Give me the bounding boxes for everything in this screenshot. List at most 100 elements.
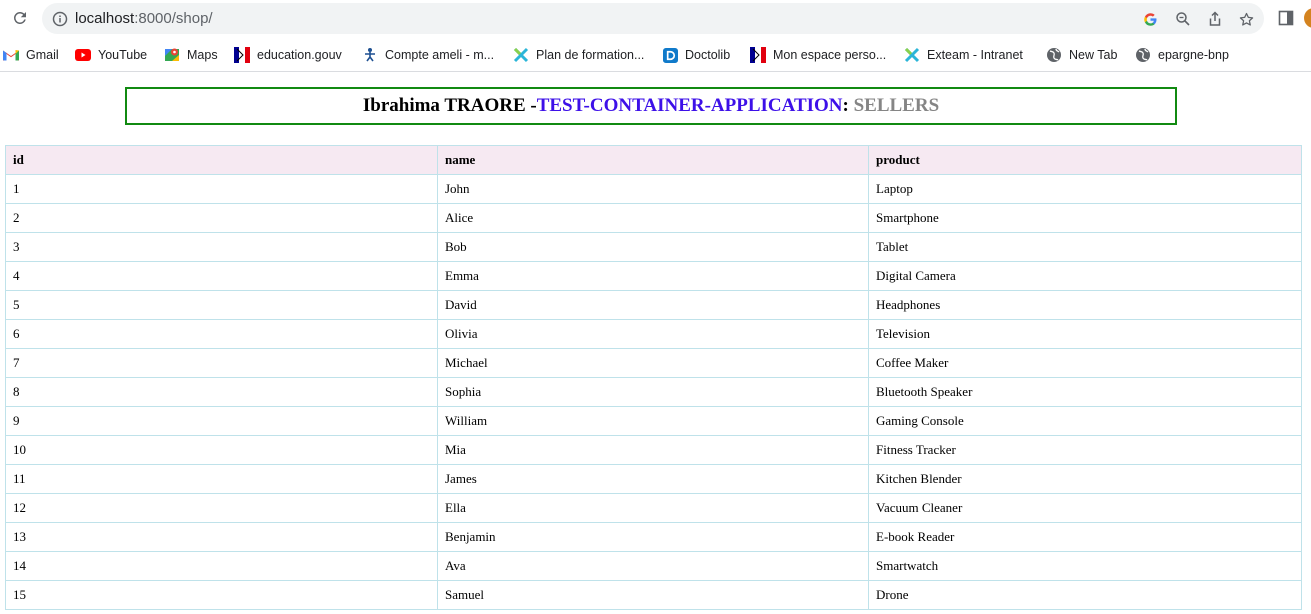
cell-id: 4: [5, 261, 438, 291]
table-row: 3 Bob Tablet: [5, 232, 1302, 262]
cell-product: Bluetooth Speaker: [868, 377, 1302, 407]
table-row: 8 Sophia Bluetooth Speaker: [5, 377, 1302, 407]
cell-product: Vacuum Cleaner: [868, 493, 1302, 523]
cell-name: Alice: [437, 203, 869, 233]
bookmark-epargne-bnp[interactable]: epargne-bnp: [1135, 46, 1229, 64]
youtube-icon: [75, 47, 91, 63]
title-name: Ibrahima TRAORE -: [362, 95, 537, 116]
table-row: 7 Michael Coffee Maker: [5, 348, 1302, 378]
reload-icon[interactable]: [8, 6, 32, 30]
url-text[interactable]: localhost:8000/shop/: [75, 10, 213, 27]
cell-product: Smartwatch: [868, 551, 1302, 581]
cell-name: Ella: [437, 493, 869, 523]
title-separator: :: [842, 95, 854, 116]
table-row: 13 Benjamin E-book Reader: [5, 522, 1302, 552]
cell-product: Television: [868, 319, 1302, 349]
table-row: 4 Emma Digital Camera: [5, 261, 1302, 291]
cell-id: 13: [5, 522, 438, 552]
bookmark-label: epargne-bnp: [1158, 48, 1229, 62]
bookmark-education-gouv[interactable]: education.gouv: [234, 46, 342, 64]
cell-id: 12: [5, 493, 438, 523]
cell-id: 8: [5, 377, 438, 407]
column-header-name: name: [437, 145, 869, 175]
title-app: TEST-CONTAINER-APPLICATION: [536, 95, 843, 116]
table-header-row: id name product: [5, 145, 1302, 175]
globe-icon: [1135, 47, 1151, 63]
bookmark-youtube[interactable]: YouTube: [75, 46, 147, 64]
url-host: localhost: [75, 10, 135, 27]
bookmarks-bar: Gmail YouTube Maps education.gouv Compte…: [0, 38, 1311, 72]
page-content: Ibrahima TRAORE - TEST-CONTAINER-APPLICAT…: [0, 72, 1311, 614]
bookmark-label: Mon espace perso...: [773, 48, 887, 62]
cell-id: 3: [5, 232, 438, 262]
bookmark-label: Compte ameli - m...: [385, 48, 495, 62]
side-panel-icon[interactable]: [1278, 10, 1294, 26]
bookmark-label: New Tab: [1069, 48, 1118, 62]
bookmark-label: Plan de formation...: [536, 48, 645, 62]
cell-name: Olivia: [437, 319, 869, 349]
bookmark-label: education.gouv: [257, 48, 342, 62]
globe-icon: [1046, 47, 1062, 63]
google-lens-icon[interactable]: [1141, 10, 1159, 28]
bookmark-star-icon[interactable]: [1237, 10, 1255, 28]
share-icon[interactable]: [1206, 10, 1224, 28]
browser-toolbar: localhost:8000/shop/: [0, 0, 1311, 38]
bookmark-ameli[interactable]: Compte ameli - m...: [362, 46, 494, 64]
maps-icon: [164, 47, 180, 63]
bookmark-doctolib[interactable]: Doctolib: [662, 46, 730, 64]
profile-avatar[interactable]: [1304, 8, 1311, 28]
column-header-id: id: [5, 145, 438, 175]
bookmark-exteam-intranet[interactable]: Exteam - Intranet: [904, 46, 1023, 64]
cell-name: James: [437, 464, 869, 494]
bookmark-gmail[interactable]: Gmail: [3, 46, 59, 64]
cell-product: Tablet: [868, 232, 1302, 262]
cell-id: 1: [5, 174, 438, 204]
table-row: 12 Ella Vacuum Cleaner: [5, 493, 1302, 523]
cell-name: Benjamin: [437, 522, 869, 552]
cell-name: Samuel: [437, 580, 869, 610]
cell-product: Fitness Tracker: [868, 435, 1302, 465]
cell-product: Digital Camera: [868, 261, 1302, 291]
cell-id: 10: [5, 435, 438, 465]
bookmark-label: Gmail: [26, 48, 59, 62]
cell-name: John: [437, 174, 869, 204]
table-row: 11 James Kitchen Blender: [5, 464, 1302, 494]
cell-name: Ava: [437, 551, 869, 581]
bookmark-mon-espace[interactable]: Mon espace perso...: [750, 46, 886, 64]
table-row: 1 John Laptop: [5, 174, 1302, 204]
table-row: 6 Olivia Television: [5, 319, 1302, 349]
cell-id: 11: [5, 464, 438, 494]
cell-id: 15: [5, 580, 438, 610]
cell-product: Gaming Console: [868, 406, 1302, 436]
cell-product: E-book Reader: [868, 522, 1302, 552]
table-row: 2 Alice Smartphone: [5, 203, 1302, 233]
cell-name: Sophia: [437, 377, 869, 407]
cell-product: Coffee Maker: [868, 348, 1302, 378]
zoom-icon[interactable]: [1174, 10, 1192, 28]
marianne-icon: [750, 47, 766, 63]
cell-name: Michael: [437, 348, 869, 378]
url-path: :8000/shop/: [134, 10, 213, 27]
bookmark-new-tab[interactable]: New Tab: [1046, 46, 1117, 64]
site-info-icon[interactable]: [52, 11, 68, 27]
column-header-product: product: [868, 145, 1302, 175]
gmail-icon: [3, 47, 19, 63]
exteam-icon: [513, 47, 529, 63]
cell-id: 5: [5, 290, 438, 320]
address-bar[interactable]: localhost:8000/shop/: [42, 3, 1264, 34]
cell-id: 14: [5, 551, 438, 581]
table-row: 9 William Gaming Console: [5, 406, 1302, 436]
ameli-icon: [362, 47, 378, 63]
bookmark-label: Maps: [187, 48, 218, 62]
bookmark-maps[interactable]: Maps: [164, 46, 218, 64]
cell-product: Smartphone: [868, 203, 1302, 233]
cell-name: Bob: [437, 232, 869, 262]
title-section: SELLERS: [853, 95, 940, 116]
cell-product: Kitchen Blender: [868, 464, 1302, 494]
bookmark-plan-formation[interactable]: Plan de formation...: [513, 46, 644, 64]
cell-id: 6: [5, 319, 438, 349]
bookmark-label: Doctolib: [685, 48, 731, 62]
marianne-icon: [234, 47, 250, 63]
cell-id: 7: [5, 348, 438, 378]
cell-product: Laptop: [868, 174, 1302, 204]
